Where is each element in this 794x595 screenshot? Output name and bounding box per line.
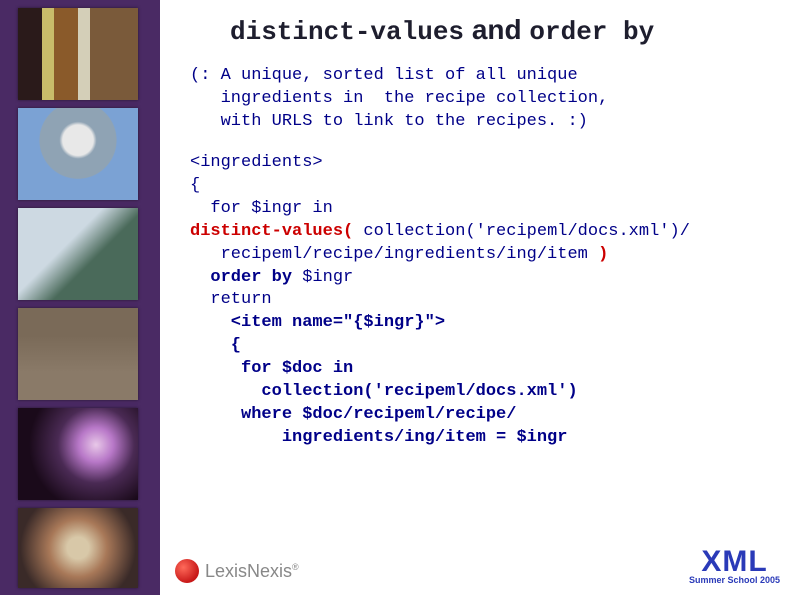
code-line: return — [190, 290, 272, 309]
code-line: collection('recipeml/docs.xml')/ — [353, 222, 690, 241]
code-highlight: ) — [598, 245, 608, 264]
title-joiner: and — [464, 14, 529, 45]
title-code-2: order by — [529, 17, 654, 47]
code-line: { — [190, 176, 200, 195]
xquery-comment: (: A unique, sorted list of all unique i… — [190, 65, 780, 134]
code-keyword: collection('recipeml/docs.xml') — [190, 382, 578, 401]
code-line: for $ingr in — [190, 199, 333, 218]
lexis-dot-icon — [175, 559, 199, 583]
slide-title: distinct-values and order by — [230, 14, 780, 47]
thumb-dome — [18, 108, 138, 200]
thumb-scroll — [18, 508, 138, 588]
code-keyword: where $doc/recipeml/recipe/ — [190, 405, 516, 424]
sidebar-image-strip — [0, 0, 160, 595]
code-keyword: ingredients/ing/item = $ingr — [190, 428, 567, 447]
code-keyword: for $doc in — [190, 359, 353, 378]
summer-school-label: Summer School 2005 — [689, 575, 780, 585]
thumb-college — [18, 308, 138, 400]
slide-content: distinct-values and order by (: A unique… — [180, 0, 780, 595]
code-line: recipeml/recipe/ingredients/ing/item — [190, 245, 598, 264]
xquery-code-block: <ingredients> { for $ingr in distinct-va… — [190, 152, 780, 450]
xml-wordmark: XML — [689, 548, 780, 575]
thumb-doctor — [18, 208, 138, 300]
code-keyword: order by — [190, 268, 292, 287]
xml-summer-school-logo: XML Summer School 2005 — [689, 548, 780, 585]
thumb-disc — [18, 408, 138, 500]
code-keyword: <item name="{$ingr}"> — [190, 313, 445, 332]
lexis-text: LexisNexis® — [205, 561, 299, 582]
lexis-name: LexisNexis — [205, 561, 292, 581]
thumb-books — [18, 8, 138, 100]
code-line: $ingr — [292, 268, 353, 287]
code-highlight: distinct-values( — [190, 222, 353, 241]
title-code-1: distinct-values — [230, 17, 464, 47]
registered-mark: ® — [292, 562, 299, 572]
lexisnexis-logo: LexisNexis® — [175, 559, 299, 583]
code-keyword: { — [190, 336, 241, 355]
code-line: <ingredients> — [190, 153, 323, 172]
